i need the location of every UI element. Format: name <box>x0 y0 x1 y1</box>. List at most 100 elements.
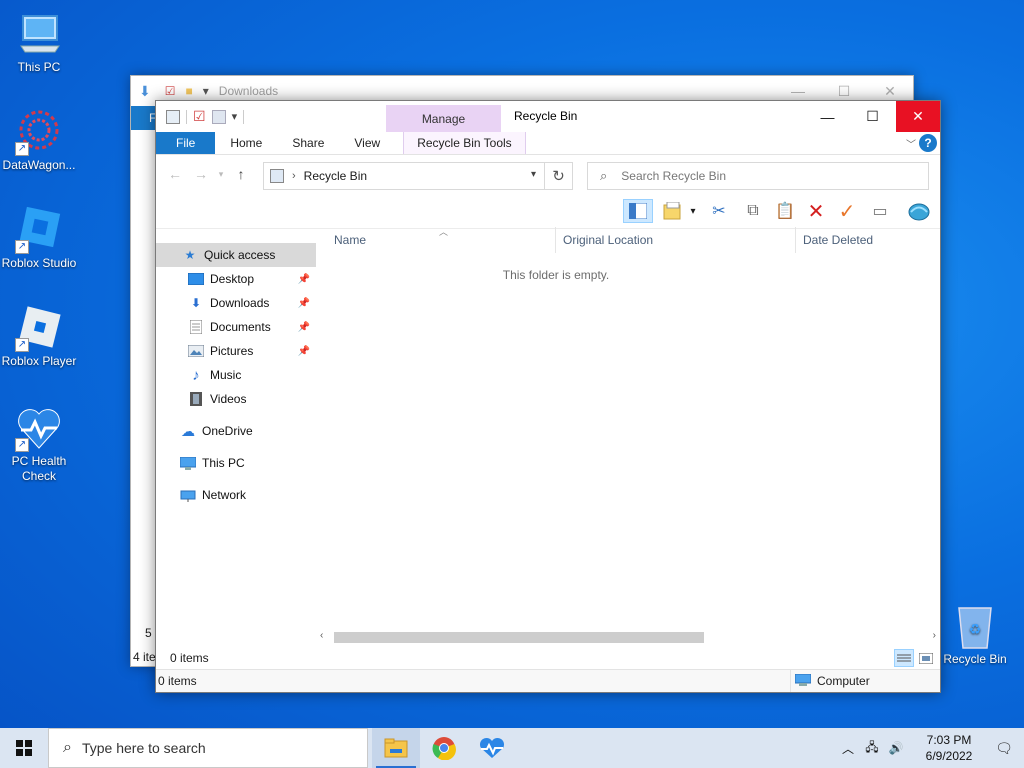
taskbar-file-explorer[interactable] <box>372 728 420 768</box>
pin-icon[interactable]: 📌 <box>298 322 310 333</box>
layout-button[interactable] <box>660 199 686 223</box>
taskbar-chrome[interactable] <box>420 728 468 768</box>
nav-network[interactable]: Network <box>156 483 316 507</box>
breadcrumb-chevron-icon[interactable]: › <box>292 170 296 182</box>
forward-button[interactable]: → <box>188 166 214 182</box>
nav-item-pictures[interactable]: Pictures 📌 <box>156 339 316 363</box>
breadcrumb-recycle-bin[interactable]: Recycle Bin <box>304 169 367 183</box>
qat-separator <box>243 109 245 124</box>
nav-item-downloads[interactable]: ⬇ Downloads 📌 <box>156 291 316 315</box>
scroll-right-icon[interactable]: › <box>933 630 936 641</box>
music-note-icon: ♪ <box>192 366 200 384</box>
minimize-button[interactable]: — <box>805 101 850 132</box>
computer-icon <box>180 456 196 470</box>
maximize-button[interactable]: ☐ <box>850 101 895 132</box>
desktop-icon-pc-health-check[interactable]: ↗ PC Health Check <box>0 404 78 484</box>
details-view-button[interactable] <box>894 649 914 667</box>
volume-icon[interactable]: 🔊 <box>884 741 908 755</box>
tab-file[interactable]: File <box>156 132 216 154</box>
desktop-icon-this-pc[interactable]: This PC <box>0 10 78 75</box>
heart-pulse-icon <box>479 737 505 758</box>
titlebar[interactable]: ☑ ▾ Manage Recycle Bin — ☐ ✕ <box>156 101 940 132</box>
tab-recycle-bin-tools[interactable]: Recycle Bin Tools <box>403 132 526 154</box>
nav-label: Music <box>210 368 242 382</box>
nav-item-music[interactable]: ♪ Music <box>156 363 316 387</box>
help-icon[interactable]: ? <box>919 134 937 152</box>
properties-icon[interactable]: ☑ <box>193 108 206 125</box>
network-icon[interactable]: 🖧 <box>860 738 884 759</box>
nav-onedrive[interactable]: ☁ OneDrive <box>156 419 316 443</box>
new-folder-icon[interactable] <box>211 109 226 124</box>
qat-dropdown-icon[interactable]: ▾ <box>232 110 238 123</box>
refresh-button[interactable]: ↻ <box>545 162 573 190</box>
scrollbar-thumb[interactable] <box>334 632 704 643</box>
paste-icon[interactable]: 📋 <box>772 199 798 223</box>
taskbar-search-input[interactable]: ⌕ Type here to search <box>48 728 368 768</box>
nav-label: Quick access <box>204 248 276 262</box>
sort-up-icon: ︿ <box>439 227 449 237</box>
address-bar[interactable]: › Recycle Bin ▾ <box>263 162 545 190</box>
column-divider[interactable] <box>555 227 556 253</box>
address-dropdown-icon[interactable]: ▾ <box>531 169 536 180</box>
column-name[interactable]: Name <box>334 233 366 247</box>
clock[interactable]: 7:03 PM 6/9/2022 <box>914 732 984 764</box>
rename-icon[interactable]: ▭ <box>867 199 893 223</box>
desktop-icon-recycle-bin[interactable]: ♻ Recycle Bin <box>936 602 1014 667</box>
show-hidden-icons-chevron-icon[interactable]: ︿ <box>836 740 860 757</box>
properties-shell-icon[interactable] <box>906 199 932 223</box>
nav-label: Documents <box>210 320 271 334</box>
desktop-icon-datawagon[interactable]: ↗ DataWagon... <box>0 108 78 173</box>
column-original-location[interactable]: Original Location <box>563 233 653 247</box>
checkbox-icon: ☑ <box>164 84 176 98</box>
search-input[interactable]: ⌕ Search Recycle Bin <box>587 162 929 190</box>
pin-icon[interactable]: 📌 <box>298 298 310 309</box>
qat-separator <box>186 109 187 124</box>
scroll-left-icon[interactable]: ‹ <box>320 630 323 641</box>
up-button[interactable]: ↑ <box>228 166 254 182</box>
horizontal-scrollbar[interactable]: ‹ › <box>316 629 940 646</box>
nav-this-pc[interactable]: This PC <box>156 451 316 475</box>
nav-label: Network <box>202 488 247 502</box>
desktop-icon-roblox-player[interactable]: ↗ Roblox Player <box>0 304 78 369</box>
cut-icon[interactable]: ✂ <box>706 199 732 223</box>
start-button[interactable] <box>0 728 48 768</box>
nav-item-documents[interactable]: Documents 📌 <box>156 315 316 339</box>
expand-ribbon-icon[interactable]: ﹀ <box>906 136 916 151</box>
tab-view[interactable]: View <box>339 132 395 154</box>
downloads-status-items: 4 ite <box>133 650 156 664</box>
copy-icon[interactable]: ⧉ <box>740 199 766 223</box>
nav-item-videos[interactable]: Videos <box>156 387 316 411</box>
recycle-bin-window[interactable]: ☑ ▾ Manage Recycle Bin — ☐ ✕ File Home S… <box>155 100 941 693</box>
taskbar-pc-health-check[interactable] <box>468 728 516 768</box>
desktop-icon-label: PC Health Check <box>11 454 67 483</box>
manage-context-tab[interactable]: Manage <box>386 105 501 132</box>
back-button[interactable]: ← <box>162 166 188 182</box>
desktop-icon <box>188 272 204 286</box>
clock-date: 6/9/2022 <box>925 749 973 763</box>
nav-label: This PC <box>202 456 245 470</box>
navigation-pane-button[interactable] <box>623 199 653 223</box>
quick-access-toolbar: ☑ ▾ <box>156 101 245 132</box>
pin-icon[interactable]: 📌 <box>298 274 310 285</box>
computer-icon <box>794 673 812 689</box>
large-icons-view-button[interactable] <box>916 649 936 667</box>
recent-locations-icon[interactable]: ▾ <box>214 169 228 180</box>
nav-quick-access[interactable]: ★ Quick access <box>156 243 316 267</box>
desktop-icon-roblox-studio[interactable]: ↗ Roblox Studio <box>0 206 78 271</box>
layout-dropdown-icon[interactable]: ▾ <box>686 199 700 223</box>
notifications-icon[interactable]: 🗨 <box>984 740 1024 757</box>
document-icon <box>188 320 204 334</box>
recycle-bin-small-icon[interactable] <box>166 109 180 124</box>
tab-share[interactable]: Share <box>277 132 339 154</box>
delete-icon[interactable]: ✕ <box>803 199 829 223</box>
nav-item-desktop[interactable]: Desktop 📌 <box>156 267 316 291</box>
close-button[interactable]: ✕ <box>896 101 940 132</box>
restore-icon[interactable]: ✓ <box>834 199 860 223</box>
downloads-file-tab[interactable]: F <box>131 111 156 125</box>
pin-icon[interactable]: 📌 <box>298 346 310 357</box>
column-date-deleted[interactable]: Date Deleted <box>803 233 873 247</box>
file-list[interactable]: ︿ Name Original Location Date Deleted Th… <box>322 227 940 646</box>
tab-home[interactable]: Home <box>215 132 277 154</box>
recycle-bin-location-icon <box>270 169 284 183</box>
column-divider[interactable] <box>795 227 796 253</box>
